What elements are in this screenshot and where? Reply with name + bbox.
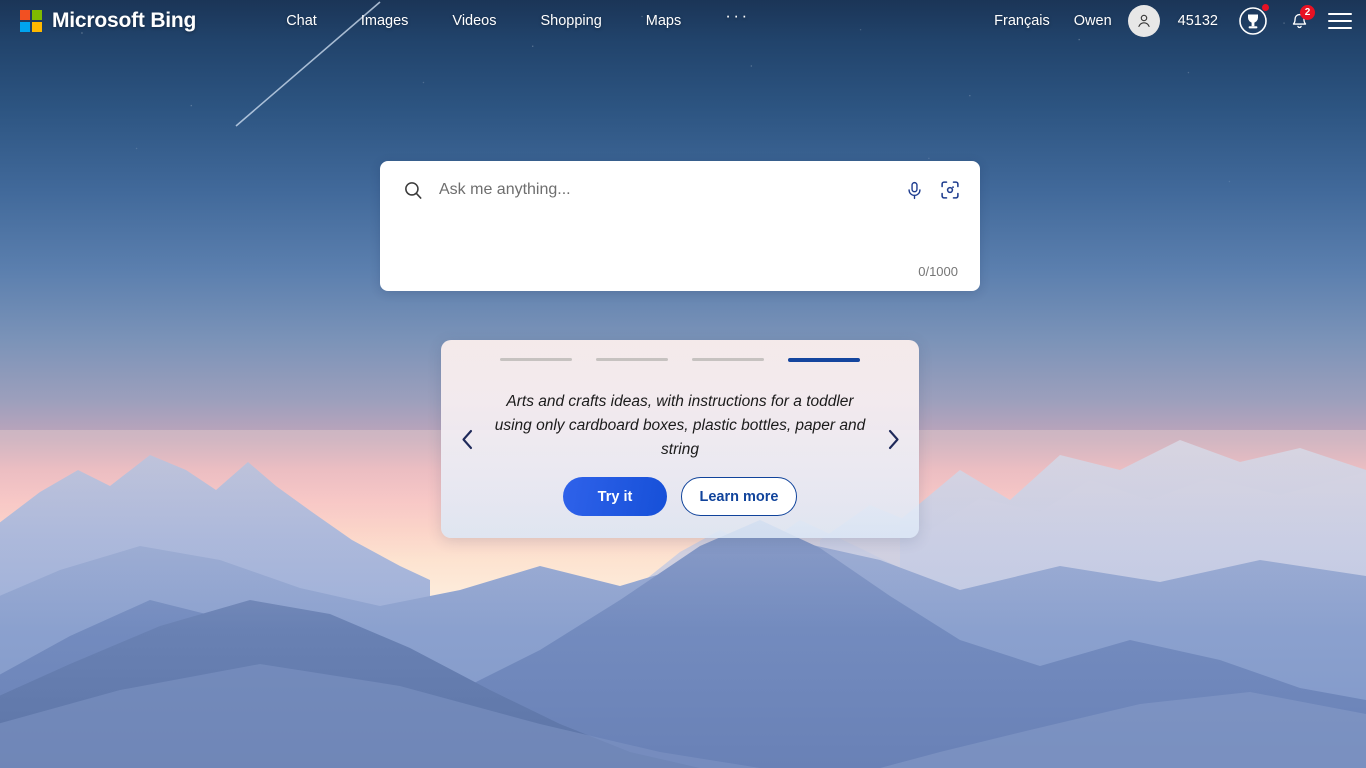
- chevron-left-icon: [461, 429, 472, 449]
- nav-item-more-overflow[interactable]: ···: [703, 6, 771, 36]
- carousel-prev-button[interactable]: [454, 423, 480, 455]
- nav-item-chat[interactable]: Chat: [264, 7, 339, 35]
- header-right-cluster: Français Owen 45132 2: [982, 4, 1366, 37]
- carousel-indicator-3[interactable]: [692, 358, 764, 361]
- primary-nav: Chat Images Videos Shopping Maps ···: [264, 6, 772, 36]
- nav-item-shopping[interactable]: Shopping: [518, 7, 623, 35]
- try-it-button[interactable]: Try it: [563, 477, 667, 516]
- carousel-indicator-4[interactable]: [788, 358, 860, 362]
- notifications-button[interactable]: 2: [1284, 5, 1315, 36]
- avatar[interactable]: [1127, 5, 1160, 37]
- rewards-button[interactable]: [1238, 4, 1269, 36]
- rewards-alert-dot: [1262, 4, 1269, 11]
- suggestion-carousel-card: Arts and crafts ideas, with instructions…: [441, 340, 919, 538]
- microsoft-logo-icon: [20, 10, 42, 32]
- visual-search-camera-icon: [941, 181, 959, 199]
- nav-item-maps[interactable]: Maps: [624, 7, 703, 35]
- carousel-progress-indicators: [441, 358, 919, 362]
- microphone-icon: [907, 181, 921, 199]
- search-box: 0/1000: [380, 161, 980, 291]
- carousel-indicator-1[interactable]: [500, 358, 572, 361]
- rewards-points-label[interactable]: 45132: [1166, 7, 1230, 35]
- bing-brand-logo[interactable]: Microsoft Bing: [20, 9, 196, 33]
- search-input-row: [380, 161, 980, 219]
- learn-more-button[interactable]: Learn more: [681, 477, 797, 516]
- carousel-prompt-text: Arts and crafts ideas, with instructions…: [494, 393, 866, 458]
- top-header-bar: Microsoft Bing Chat Images Videos Shoppi…: [0, 0, 1366, 42]
- notifications-count-badge: 2: [1300, 5, 1315, 20]
- carousel-action-buttons: Try it Learn more: [441, 477, 919, 516]
- character-counter: 0/1000: [918, 264, 958, 279]
- carousel-indicator-2[interactable]: [596, 358, 668, 361]
- brand-name-label: Microsoft Bing: [52, 9, 197, 32]
- user-name-label[interactable]: Owen: [1062, 7, 1124, 35]
- chevron-right-icon: [888, 429, 899, 449]
- carousel-slide-content: Arts and crafts ideas, with instructions…: [493, 390, 867, 462]
- nav-item-videos[interactable]: Videos: [430, 7, 518, 35]
- search-icon[interactable]: [402, 179, 424, 201]
- person-icon: [1138, 14, 1150, 27]
- language-selector[interactable]: Français: [982, 7, 1062, 35]
- hamburger-menu-icon[interactable]: [1328, 9, 1352, 33]
- carousel-next-button[interactable]: [880, 423, 906, 455]
- microphone-button[interactable]: [900, 176, 928, 204]
- search-input[interactable]: [439, 181, 892, 199]
- bing-homepage: Microsoft Bing Chat Images Videos Shoppi…: [0, 0, 1366, 768]
- visual-search-button[interactable]: [936, 176, 964, 204]
- nav-item-images[interactable]: Images: [339, 7, 431, 35]
